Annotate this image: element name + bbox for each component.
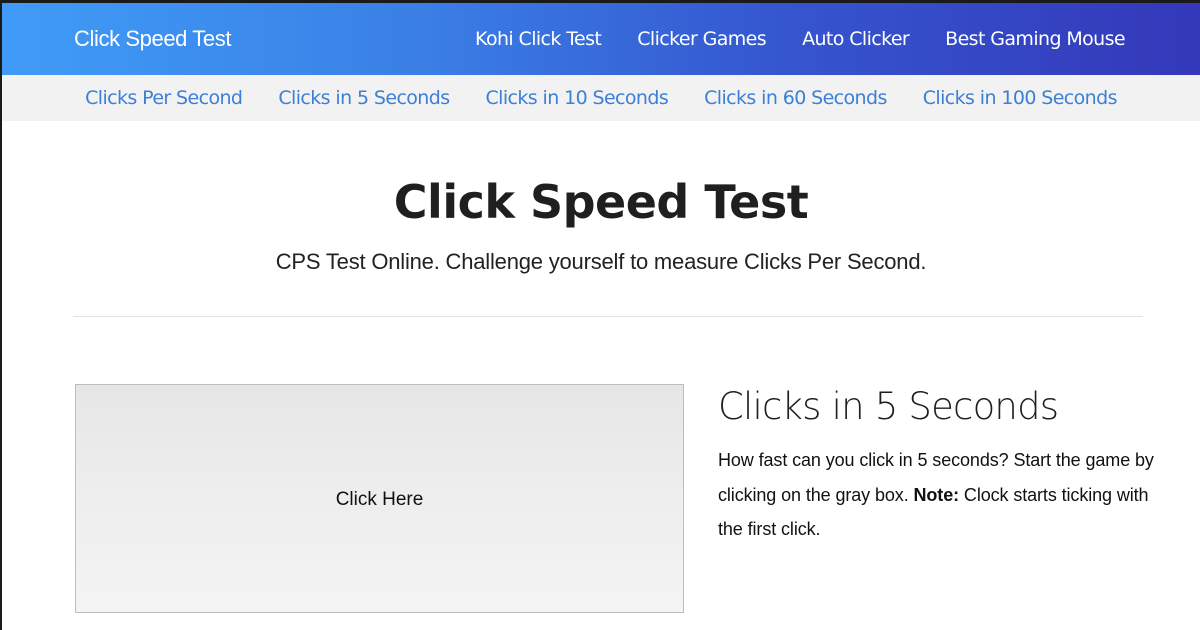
click-area-button[interactable]: Click Here <box>75 384 684 613</box>
main-nav: Kohi Click Test Clicker Games Auto Click… <box>475 3 1200 75</box>
subnav-clicks-in-60-seconds[interactable]: Clicks in 60 Seconds <box>704 87 887 109</box>
nav-kohi-click-test[interactable]: Kohi Click Test <box>475 28 602 50</box>
subnav-clicks-per-second[interactable]: Clicks Per Second <box>85 87 243 109</box>
test-info-panel: Clicks in 5 Seconds How fast can you cli… <box>718 383 1158 547</box>
brand-logo-link[interactable]: Click Speed Test <box>74 3 231 75</box>
page-subtitle: CPS Test Online. Challenge yourself to m… <box>275 249 927 274</box>
page-title: Click Speed Test <box>393 175 809 229</box>
subnav-clicks-in-10-seconds[interactable]: Clicks in 10 Seconds <box>486 87 669 109</box>
test-heading: Clicks in 5 Seconds <box>718 385 1059 428</box>
nav-auto-clicker[interactable]: Auto Clicker <box>802 28 910 50</box>
nav-clicker-games[interactable]: Clicker Games <box>637 28 766 50</box>
section-divider <box>73 316 1143 317</box>
secondary-nav: Clicks Per Second Clicks in 5 Seconds Cl… <box>2 75 1200 121</box>
note-label: Note: <box>913 484 960 505</box>
nav-best-gaming-mouse[interactable]: Best Gaming Mouse <box>945 28 1125 50</box>
top-navbar: Click Speed Test Kohi Click Test Clicker… <box>2 3 1200 75</box>
subnav-clicks-in-5-seconds[interactable]: Clicks in 5 Seconds <box>278 87 450 109</box>
page: Click Speed Test Kohi Click Test Clicker… <box>2 3 1200 630</box>
test-description: How fast can you click in 5 seconds? Sta… <box>718 443 1158 547</box>
subnav-clicks-in-100-seconds[interactable]: Clicks in 100 Seconds <box>923 87 1118 109</box>
click-area-label: Click Here <box>335 488 424 510</box>
